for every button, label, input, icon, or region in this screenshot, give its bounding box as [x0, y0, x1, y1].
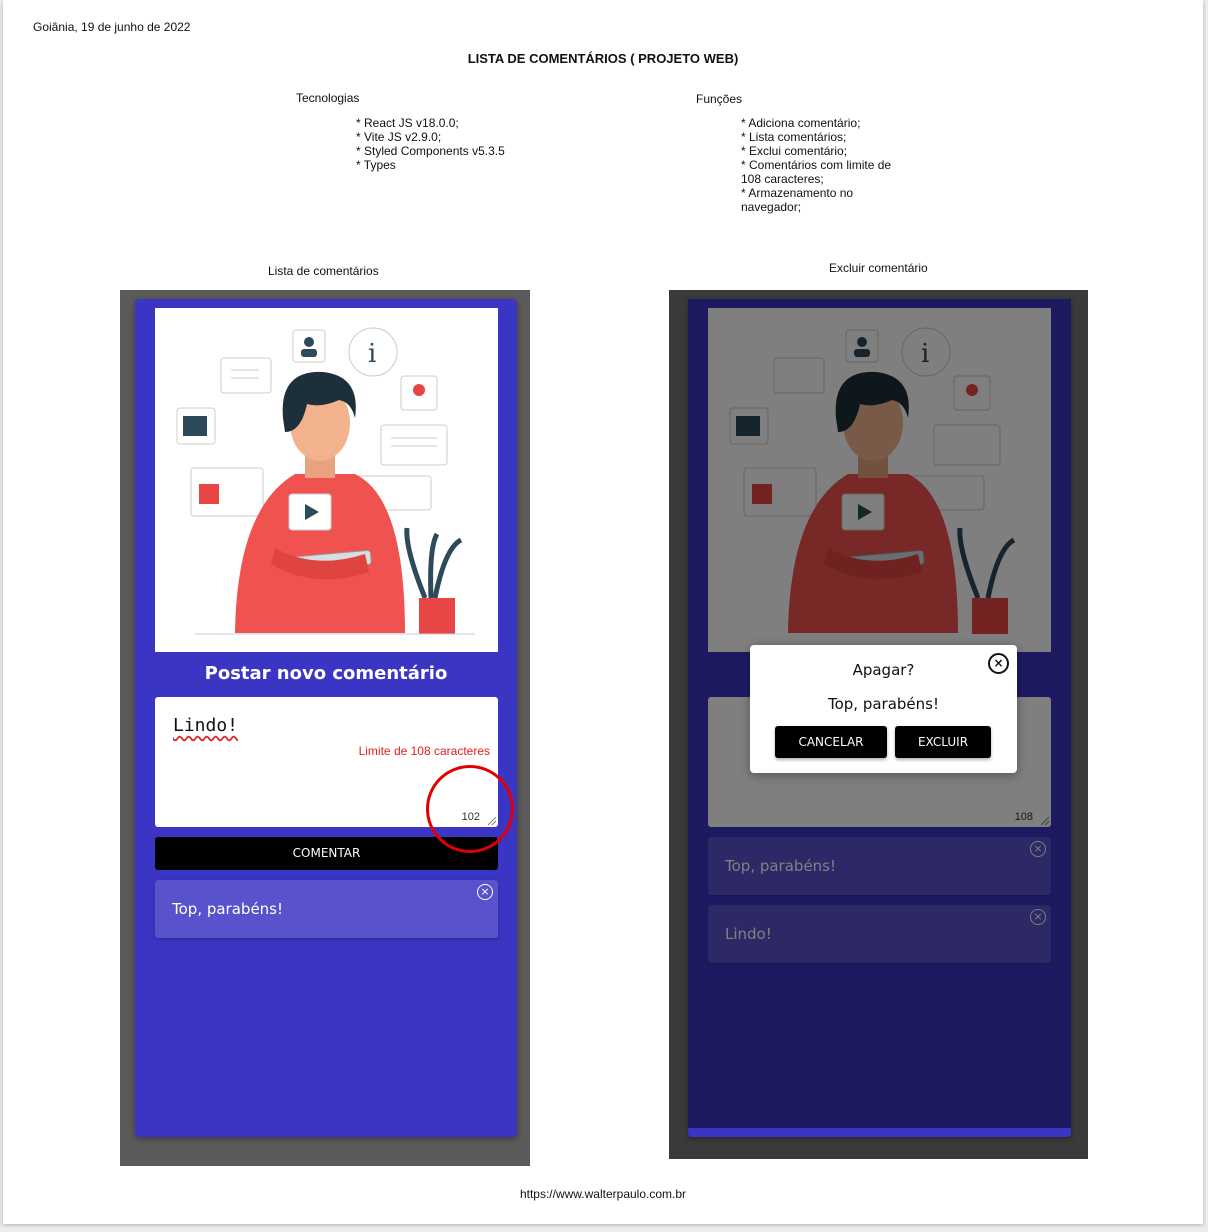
- document-page: Goiânia, 19 de junho de 2022 LISTA DE CO…: [3, 0, 1203, 1224]
- person-with-chat-bubbles-illustration: i: [176, 327, 475, 635]
- function-item: * Exclui comentário;: [741, 144, 848, 158]
- modal-close-icon[interactable]: ×: [988, 653, 1009, 674]
- character-limit-warning: Limite de 108 caracteres: [358, 744, 490, 758]
- modal-title: Apagar?: [852, 661, 915, 679]
- function-item: * Lista comentários;: [741, 130, 847, 144]
- functions-heading: Funções: [696, 92, 743, 106]
- delete-confirm-modal: Apagar? × Top, parabéns! CANCELAR EXCLUI…: [750, 645, 1017, 773]
- post-comment-title: Postar novo comentário: [204, 663, 448, 684]
- app-container: i Postar novo comentário Lindo! Limite d…: [135, 299, 517, 1137]
- function-item: * Armazenamento no: [741, 186, 854, 200]
- function-item: 108 caracteres;: [741, 172, 824, 186]
- function-item: navegador;: [741, 200, 802, 214]
- technology-item: * Types: [356, 158, 396, 172]
- left-screenshot-frame: i Postar novo comentário Lindo! Limite d…: [120, 290, 530, 1166]
- hero-illustration: i: [155, 308, 498, 652]
- highlight-circle: [426, 765, 514, 853]
- technologies-heading: Tecnologias: [296, 91, 360, 105]
- technology-item: * React JS v18.0.0;: [356, 116, 459, 130]
- document-date: Goiânia, 19 de junho de 2022: [33, 20, 191, 34]
- svg-text:i: i: [368, 339, 376, 369]
- function-item: * Comentários com limite de: [741, 158, 892, 172]
- modal-comment-text: Top, parabéns!: [827, 695, 939, 713]
- left-screen-caption: Lista de comentários: [268, 264, 379, 278]
- function-item: * Adiciona comentário;: [741, 116, 861, 130]
- document-title: LISTA DE COMENTÁRIOS ( PROJETO WEB): [467, 51, 739, 66]
- technologies-list: * React JS v18.0.0; * Vite JS v2.9.0; * …: [356, 116, 505, 172]
- footer-url: https://www.walterpaulo.com.br: [519, 1187, 687, 1201]
- technology-item: * Vite JS v2.9.0;: [356, 130, 442, 144]
- cancel-button[interactable]: CANCELAR: [775, 726, 887, 758]
- comment-card: Top, parabéns! ×: [155, 880, 498, 938]
- delete-comment-icon[interactable]: ×: [477, 884, 493, 900]
- comment-textarea-value: Lindo!: [173, 715, 239, 736]
- functions-list: * Adiciona comentário; * Lista comentári…: [741, 116, 891, 214]
- right-screen-caption: Excluir comentário: [829, 261, 928, 275]
- delete-button[interactable]: EXCLUIR: [895, 726, 991, 758]
- right-screenshot-frame: i: [669, 290, 1088, 1159]
- comment-text: Top, parabéns!: [172, 900, 284, 918]
- technology-item: * Styled Components v5.3.5: [356, 144, 505, 158]
